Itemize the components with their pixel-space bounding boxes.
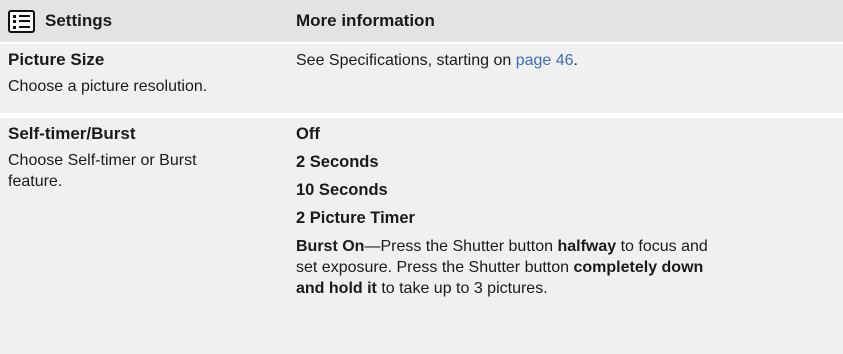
setting-title: Self-timer/Burst	[8, 124, 136, 143]
burst-bold: halfway	[557, 238, 617, 255]
option-off: Off	[296, 125, 320, 143]
header-more-info-label: More information	[296, 11, 435, 30]
table-row: Picture Size Choose a picture resolution…	[0, 42, 843, 113]
burst-bold: completely down	[573, 259, 704, 276]
burst-text: set exposure. Press the Shutter button	[296, 259, 574, 276]
list-menu-icon	[8, 9, 35, 33]
info-prefix: See Specifications, starting on	[296, 52, 516, 69]
header-settings-cell: Settings	[0, 9, 288, 33]
header-settings-label: Settings	[45, 11, 113, 30]
page-link[interactable]: page 46	[516, 52, 574, 69]
burst-description: Burst On—Press the Shutter button halfwa…	[296, 236, 843, 299]
info-cell: Off 2 Seconds 10 Seconds 2 Picture Timer…	[288, 118, 843, 354]
option-2-seconds: 2 Seconds	[296, 153, 379, 171]
setting-cell: Picture Size Choose a picture resolution…	[0, 44, 288, 113]
setting-title: Picture Size	[8, 50, 105, 69]
burst-bold: and hold it	[296, 280, 377, 297]
setting-description-line1: Choose Self-timer or Burst	[8, 152, 197, 169]
option-10-seconds: 10 Seconds	[296, 181, 388, 199]
setting-cell: Self-timer/Burst Choose Self-timer or Bu…	[0, 118, 288, 354]
info-text: See Specifications, starting on page 46.	[296, 50, 843, 71]
info-suffix: .	[573, 52, 578, 69]
option-2-picture-timer: 2 Picture Timer	[296, 209, 415, 227]
burst-label: Burst On	[296, 238, 365, 255]
table-row: Self-timer/Burst Choose Self-timer or Bu…	[0, 116, 843, 354]
table-header: Settings More information	[0, 0, 843, 42]
burst-text: to focus and	[616, 238, 708, 255]
burst-text: —Press the Shutter button	[364, 238, 558, 255]
header-more-info-cell: More information	[288, 11, 843, 31]
setting-description-line2: feature.	[8, 173, 63, 190]
settings-table: Settings More information Picture Size C…	[0, 0, 843, 354]
burst-text: to take up to 3 pictures.	[376, 280, 548, 297]
info-cell: See Specifications, starting on page 46.	[288, 44, 843, 113]
setting-description: Choose a picture resolution.	[8, 78, 208, 95]
